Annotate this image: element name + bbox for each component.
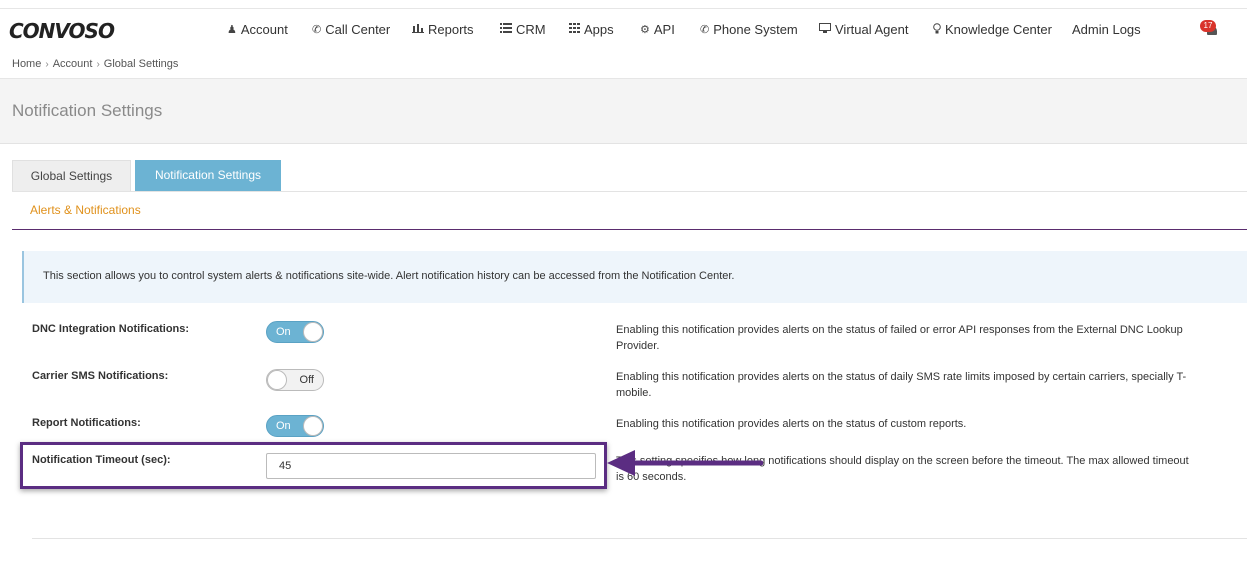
dnc-integration-toggle[interactable]: On (266, 321, 324, 343)
notifications-bell[interactable]: 17 (1200, 20, 1219, 37)
bottom-divider (32, 538, 1247, 539)
breadcrumb-account[interactable]: Account (53, 58, 93, 70)
phone-icon: ✆ (312, 24, 322, 36)
dnc-integration-label: DNC Integration Notifications: (32, 323, 190, 335)
breadcrumb-home[interactable]: Home (12, 58, 41, 70)
nav-phone-system-label: Phone System (713, 22, 798, 37)
nav-admin-logs-label: Admin Logs (1072, 22, 1141, 37)
breadcrumb: Home › Account › Global Settings (12, 58, 178, 70)
nav-apps[interactable]: Apps (569, 22, 614, 37)
nav-reports-label: Reports (428, 22, 474, 37)
breadcrumb-global-settings: Global Settings (103, 58, 179, 70)
carrier-sms-label: Carrier SMS Notifications: (32, 370, 169, 382)
nav-api-label: API (653, 22, 675, 37)
list-icon (500, 23, 512, 36)
nav-phone-system[interactable]: ✆ Phone System (700, 22, 798, 37)
info-callout: This section allows you to control syste… (22, 251, 1247, 303)
tab-global-settings[interactable]: Global Settings (12, 160, 131, 192)
notification-timeout-input[interactable] (266, 453, 596, 479)
section-header: Alerts & Notifications (12, 192, 1247, 230)
page-title: Notification Settings (12, 101, 163, 120)
user-icon: ♟ (227, 24, 237, 36)
monitor-icon (819, 23, 831, 36)
toggle-state-label: Off (299, 374, 314, 386)
toggle-state-label: On (276, 420, 291, 432)
nav-account-label: Account (240, 22, 288, 37)
grid-icon (569, 23, 580, 36)
toggle-knob (267, 370, 287, 390)
dnc-integration-description: Enabling this notification provides aler… (616, 324, 1183, 352)
report-notifications-toggle[interactable]: On (266, 415, 324, 437)
nav-knowledge-center[interactable]: Knowledge Center (933, 22, 1052, 37)
nav-reports[interactable]: Reports (412, 22, 474, 37)
lightbulb-icon (933, 22, 941, 37)
phone-icon: ✆ (700, 24, 710, 36)
top-nav-bar: CONVOSO ♟ Account ✆ Call Center Reports … (0, 8, 1247, 51)
info-text: This section allows you to control syste… (43, 270, 735, 282)
nav-apps-label: Apps (584, 22, 614, 37)
nav-admin-logs[interactable]: Admin Logs (1072, 22, 1141, 37)
cog-icon: ⚙ (640, 24, 650, 36)
bar-chart-icon (412, 23, 424, 36)
carrier-sms-description: Enabling this notification provides aler… (616, 371, 1187, 399)
page-header: Notification Settings (0, 79, 1247, 144)
convoso-logo[interactable]: CONVOSO (9, 19, 115, 43)
toggle-state-label: On (276, 326, 291, 338)
nav-call-center-label: Call Center (325, 22, 391, 37)
report-notifications-description: Enabling this notification provides aler… (616, 418, 967, 430)
nav-knowledge-center-label: Knowledge Center (945, 22, 1052, 37)
nav-call-center[interactable]: ✆ Call Center (312, 22, 390, 37)
nav-crm[interactable]: CRM (500, 22, 546, 37)
nav-virtual-agent[interactable]: Virtual Agent (819, 22, 908, 37)
nav-virtual-agent-label: Virtual Agent (835, 22, 909, 37)
nav-api[interactable]: ⚙ API (640, 22, 675, 37)
toggle-knob (303, 416, 323, 436)
tab-notification-settings[interactable]: Notification Settings (135, 160, 281, 191)
toggle-knob (303, 322, 323, 342)
notification-timeout-label: Notification Timeout (sec): (32, 454, 171, 466)
arrow-annotation-icon (607, 450, 763, 476)
breadcrumb-separator: › (96, 58, 100, 70)
breadcrumb-bar: Home › Account › Global Settings (0, 50, 1247, 79)
nav-crm-label: CRM (516, 22, 546, 37)
nav-account[interactable]: ♟ Account (227, 22, 288, 37)
breadcrumb-separator: › (45, 58, 49, 70)
report-notifications-label: Report Notifications: (32, 417, 141, 429)
notification-count-badge: 17 (1200, 20, 1216, 32)
section-title: Alerts & Notifications (30, 203, 141, 217)
carrier-sms-toggle[interactable]: Off (266, 369, 324, 391)
